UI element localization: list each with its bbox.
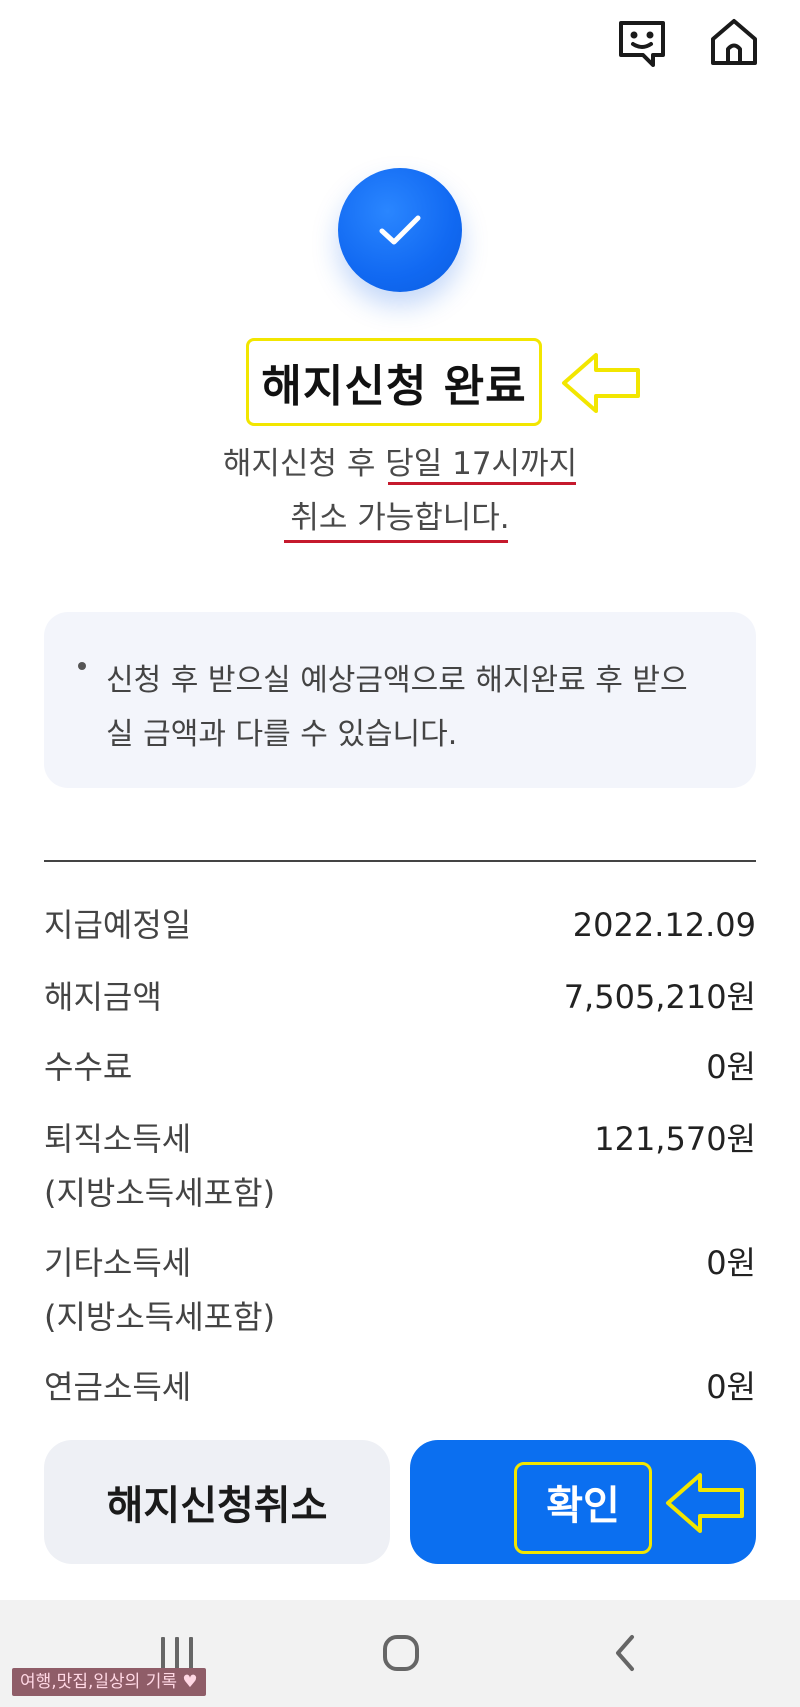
detail-label-other-tax: 기타소득세 xyxy=(44,1244,192,1282)
detail-label-pension-tax: 연금소득세 xyxy=(44,1368,192,1406)
notice-box: 신청 후 받으실 예상금액으로 해지완료 후 받으 실 금액과 다를 수 있습니… xyxy=(44,612,756,788)
detail-label-other-tax-sub: (지방소득세포함) xyxy=(44,1298,276,1336)
annotation-arrow-icon xyxy=(666,1473,744,1533)
home-circle-icon[interactable] xyxy=(366,1620,436,1686)
title-highlight-box: 해지신청 완료 xyxy=(246,338,542,426)
back-chevron-icon[interactable] xyxy=(590,1620,660,1686)
notice-line1: 신청 후 받으실 예상금액으로 해지완료 후 받으 xyxy=(106,663,688,698)
watermark-text: 여행,맛집,일상의 기록 ♥ xyxy=(12,1668,206,1696)
detail-label-pay-date: 지급예정일 xyxy=(44,906,192,944)
detail-label-retirement-tax: 퇴직소득세 xyxy=(44,1120,192,1158)
detail-value-other-tax: 0원 xyxy=(706,1244,756,1282)
status-desc-line1: 해지신청 후 당일 17시까지 xyxy=(222,446,578,482)
detail-value-fee: 0원 xyxy=(706,1048,756,1086)
detail-label-retirement-tax-sub: (지방소득세포함) xyxy=(44,1174,276,1212)
annotation-box xyxy=(514,1462,652,1554)
check-icon xyxy=(379,215,421,245)
detail-label-amount: 해지금액 xyxy=(44,978,162,1016)
status-desc-line2: 취소 가능합니다. xyxy=(290,500,510,536)
cancel-termination-button[interactable]: 해지신청취소 xyxy=(44,1440,390,1564)
home-icon[interactable] xyxy=(706,14,762,70)
detail-value-pay-date: 2022.12.09 xyxy=(572,906,756,944)
annotation-underline xyxy=(284,540,508,543)
annotation-underline xyxy=(388,482,576,485)
annotation-arrow-icon xyxy=(562,353,640,413)
detail-label-fee: 수수료 xyxy=(44,1048,133,1086)
detail-value-amount: 7,505,210원 xyxy=(563,978,756,1016)
bullet-dot xyxy=(78,662,86,670)
success-check-badge xyxy=(338,168,462,292)
detail-value-pension-tax: 0원 xyxy=(706,1368,756,1406)
divider xyxy=(44,860,756,862)
page-title: 해지신청 완료 xyxy=(261,361,527,412)
chat-smile-icon[interactable] xyxy=(614,14,670,70)
notice-line2: 실 금액과 다를 수 있습니다. xyxy=(106,717,458,752)
detail-value-retirement-tax: 121,570원 xyxy=(594,1120,756,1158)
